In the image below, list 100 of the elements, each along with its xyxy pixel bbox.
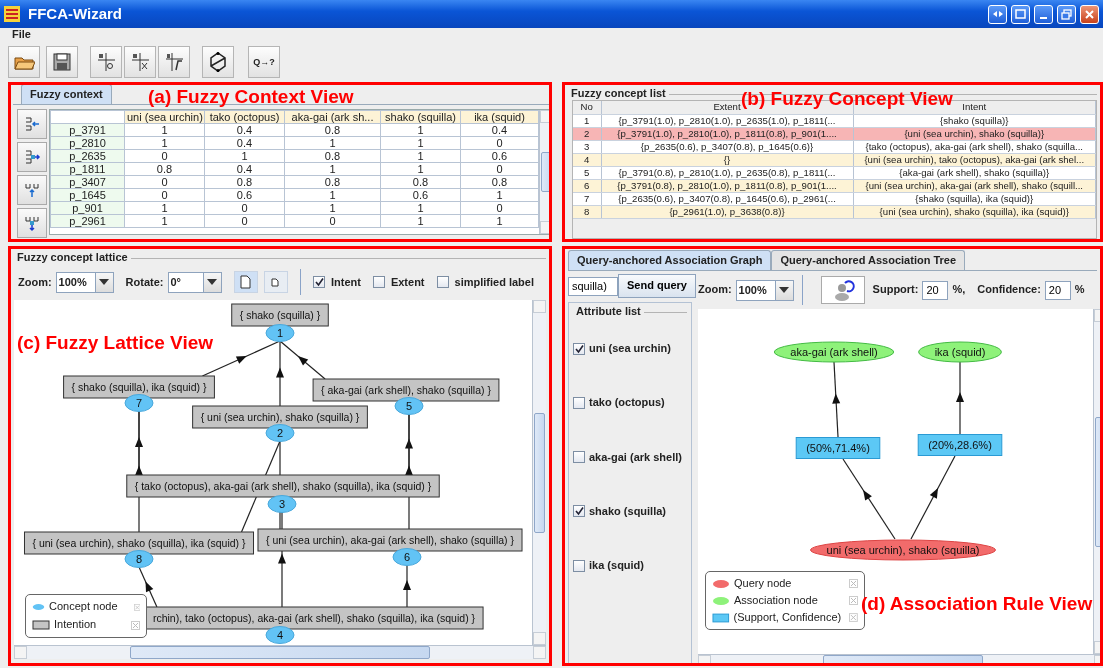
number-field[interactable]: 20 [922,280,949,300]
checkbox[interactable] [573,396,585,409]
column-header[interactable]: No [573,101,601,115]
checkbox[interactable] [372,276,385,289]
bracket-arrow-icon [23,214,41,232]
restore-button[interactable] [1057,4,1076,24]
tool-button[interactable] [17,208,47,238]
horizontal-scrollbar[interactable] [14,645,546,659]
table-cell: 0.4 [204,136,285,150]
table-cell: 1 [284,136,381,150]
intention-label: { tako (octopus), aka-gai (ark shell), shako (squilla), ika (squid) } [126,474,440,498]
field-label: Rotate: [125,275,164,289]
page-button[interactable] [233,271,258,294]
concept-node: 7 [124,394,154,412]
checkbox[interactable] [573,451,585,464]
tab[interactable]: Query-anchored Association Tree [771,249,966,270]
table-cell: 1 [380,162,461,176]
frame-button[interactable] [1011,4,1030,24]
query-field[interactable]: squilla) [568,276,618,296]
query-node: uni (sea urchin), shako (squilla) [810,539,996,561]
column-header[interactable]: tako (octopus) [204,110,285,124]
context-button[interactable] [90,46,122,78]
annotation-label: (c) Fuzzy Lattice View [17,333,214,352]
table-cell: {aka-gai (ark shell), shako (squilla)} [853,166,1096,180]
table-cell: 0 [204,201,285,215]
menu-item[interactable]: File [12,28,31,42]
refresh-button[interactable] [820,276,865,304]
table-cell: 0 [124,188,205,202]
table-cell: 1 [284,201,381,215]
checkbox-label: tako (octopus) [589,396,665,410]
table-cell: 5 [573,166,601,180]
send-query-button[interactable]: Send query [618,274,696,298]
vertical-scrollbar[interactable] [532,300,546,645]
column-header[interactable]: aka-gai (ark sh... [284,110,381,124]
table-cell: 0 [460,201,539,215]
table-cell: 1 [124,136,205,150]
table-cell: 0.6 [460,149,539,163]
table-cell: 1 [124,123,205,137]
query-button[interactable]: Q→? [248,46,280,78]
minimize-button[interactable] [1034,4,1053,24]
open-button[interactable] [8,46,40,78]
checkbox-label: Extent [390,275,425,289]
section-title: Attribute list [575,305,642,319]
concept-button[interactable] [124,46,156,78]
bracket-arrow-icon [23,148,41,166]
table-cell: 1 [284,162,381,176]
close-icon [849,613,858,622]
intention-label: { shako (squilla) } [231,303,329,327]
concept-node: 8 [124,550,154,568]
floppy-icon [51,51,73,73]
table-cell: 0.4 [460,123,539,137]
caret-icon [99,279,110,286]
column-header[interactable]: ika (squid) [460,110,539,124]
table-cell: 1 [124,214,205,228]
vertical-scrollbar[interactable] [539,110,549,234]
unit-label: % [1074,283,1085,297]
tool-button[interactable] [17,175,47,205]
tab[interactable]: Fuzzy context [21,85,112,104]
table-cell: 3 [573,140,601,154]
lattice-button[interactable] [202,46,234,78]
column-header[interactable]: uni (sea urchin) [124,110,205,124]
matrix-icon [95,51,117,73]
page-button[interactable] [263,271,288,294]
minimize-icon [1040,17,1047,19]
checkbox[interactable] [573,559,585,572]
table-cell: 0.8 [380,175,461,189]
concept-node: 5 [394,397,424,415]
edge-arrow [403,564,411,608]
zoom-dropdown[interactable]: 100% [735,279,794,301]
tool-button[interactable] [17,109,47,139]
checkbox-label: simplified label [454,275,534,289]
concept-node: 4 [265,626,295,644]
tab[interactable]: Query-anchored Association Graph [568,249,772,270]
table-cell: {tako (octopus), aka-gai (ark shell), shako (squilla... [853,140,1096,154]
unit-label: %, [952,283,966,297]
checkbox[interactable] [573,505,585,518]
hexagon-icon [207,51,229,73]
checkbox[interactable] [436,276,449,289]
field-label: Zoom: [698,283,732,297]
table-cell: 7 [573,192,601,206]
fuzzy-button[interactable] [158,46,190,78]
rotate-dropdown[interactable]: 0° [167,271,222,293]
table-cell: {uni (sea urchin), shako (squilla), ika (squid)} [853,205,1096,219]
bracket-arrow-icon [23,115,41,133]
close-button[interactable] [1080,4,1099,24]
number-field[interactable]: 20 [1044,280,1071,300]
zoom-dropdown[interactable]: 100% [55,271,114,293]
association-node: aka-gai (ark shell) [773,341,895,363]
table-cell: 0 [124,175,205,189]
legend-label: Concept node [49,600,118,614]
save-button[interactable] [46,46,78,78]
checkbox[interactable] [573,342,585,355]
table-cell: {p_3791(1.0), p_2810(1.0), p_2635(1.0), p_1811(... [601,114,853,128]
arrows-button[interactable] [988,4,1007,24]
column-header[interactable]: shako (squilla) [380,110,461,124]
tool-button[interactable] [17,142,47,172]
table-cell: 0.6 [380,188,461,202]
table-cell: 0.4 [204,123,285,137]
checkbox[interactable] [312,276,325,289]
checkbox-label: ika (squid) [589,558,644,573]
